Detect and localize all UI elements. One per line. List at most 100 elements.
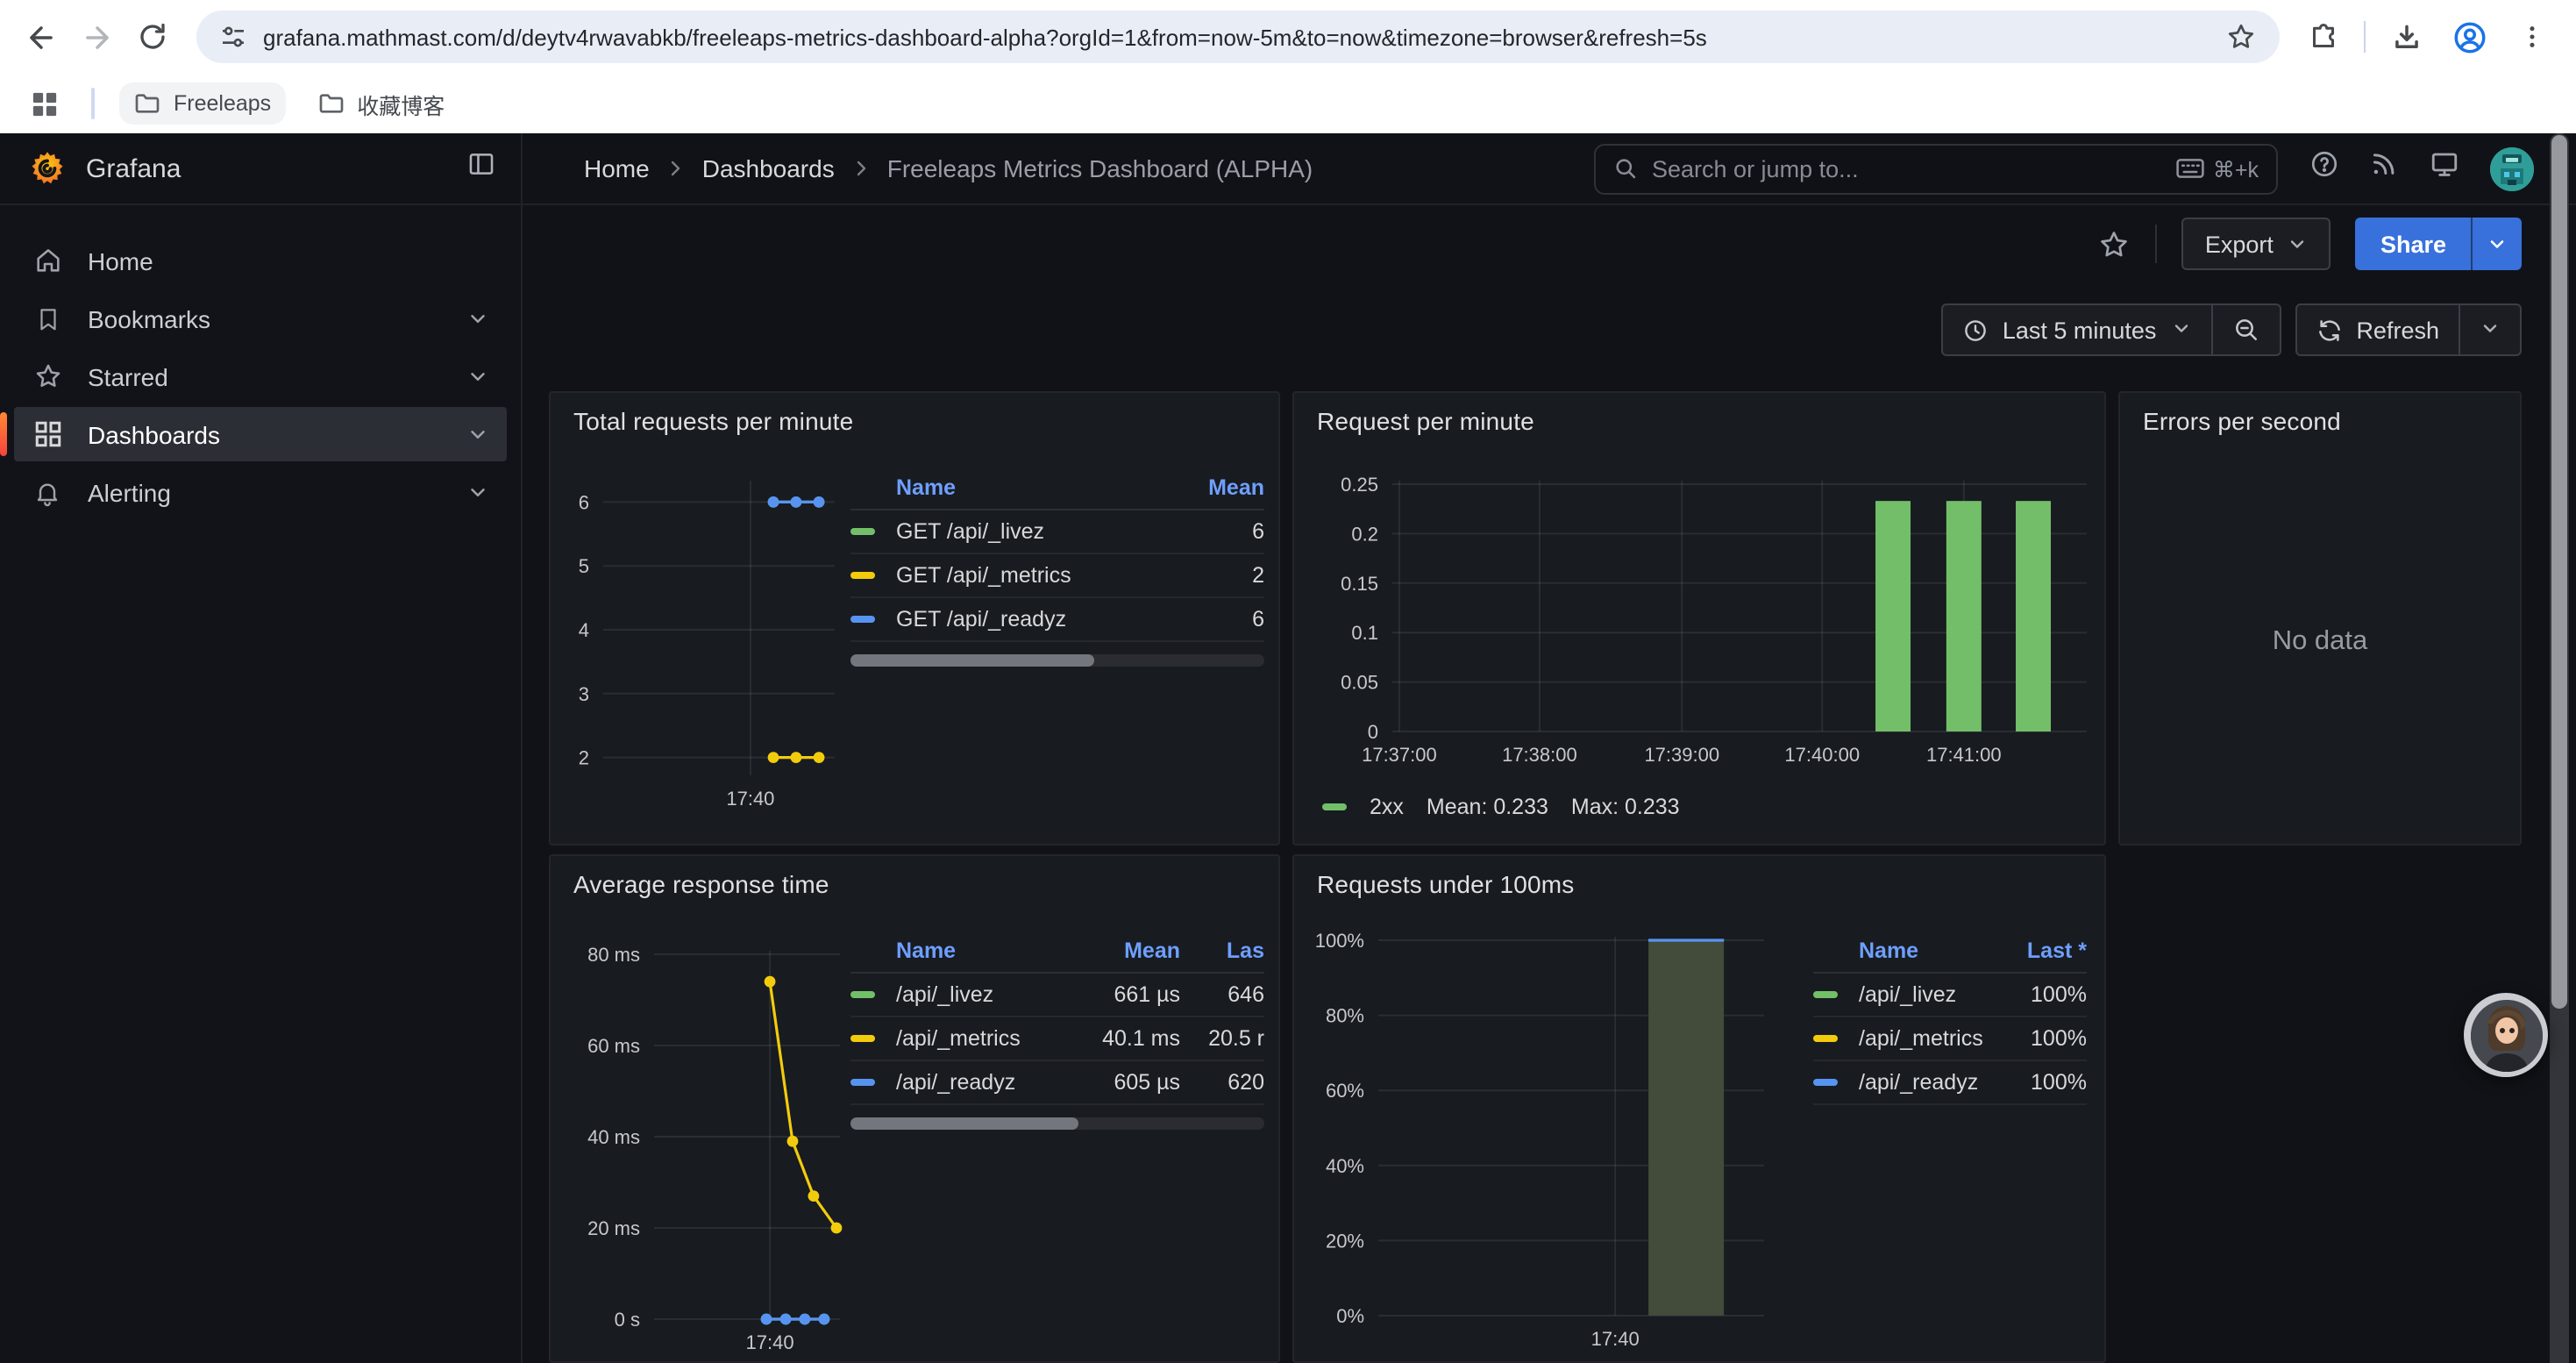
bookmark-folder-freeleaps[interactable]: Freeleaps: [119, 82, 285, 125]
series-color-pill: [850, 528, 875, 535]
refresh-interval-chevron[interactable]: [2459, 305, 2520, 354]
legend-header-name[interactable]: Name: [1859, 938, 1989, 963]
chevron-down-icon: [2170, 317, 2191, 343]
dashboards-grid-icon: [32, 421, 63, 447]
legend-row[interactable]: GET /api/_readyz 6: [850, 598, 1264, 642]
chevron-down-icon[interactable]: [466, 423, 489, 446]
chevron-down-icon[interactable]: [466, 365, 489, 388]
scrollbar-thumb[interactable]: [2551, 135, 2567, 1009]
legend-row[interactable]: /api/_metrics 100%: [1813, 1017, 2087, 1061]
page-scrollbar[interactable]: [2550, 133, 2569, 1363]
breadcrumb-home[interactable]: Home: [584, 154, 650, 182]
legend-header-name[interactable]: Name: [896, 938, 1071, 963]
panel-average-response-time[interactable]: Average response time 0 s20 ms40 ms60 ms…: [549, 854, 1280, 1363]
menu-kebab-icon[interactable]: [2509, 14, 2555, 60]
bookmark-folder-blogs[interactable]: 收藏博客: [302, 80, 459, 127]
profile-icon[interactable]: [2446, 14, 2492, 60]
panel-title[interactable]: Total requests per minute: [551, 393, 1278, 435]
reload-icon[interactable]: [130, 14, 175, 60]
scrollbar-thumb[interactable]: [850, 1117, 1078, 1130]
scrollbar-thumb[interactable]: [850, 654, 1094, 667]
series-mean: 40.1 ms: [1071, 1026, 1180, 1051]
legend-row[interactable]: /api/_livez 661 µs 646: [850, 974, 1264, 1017]
svg-text:5: 5: [579, 555, 589, 577]
sidebar-item-bookmarks[interactable]: Bookmarks: [14, 291, 507, 346]
legend-row[interactable]: /api/_metrics 40.1 ms 20.5 r: [850, 1017, 1264, 1061]
divider: [2156, 225, 2158, 263]
help-icon[interactable]: [2309, 149, 2339, 188]
legend-inline[interactable]: 2xx Mean: 0.233 Max: 0.233: [1322, 795, 1680, 819]
series-name[interactable]: /api/_readyz: [1859, 1070, 1989, 1095]
series-name[interactable]: /api/_metrics: [896, 1026, 1071, 1051]
favorite-star-icon[interactable]: [2098, 227, 2131, 260]
series-color-pill: [850, 572, 875, 579]
refresh-button[interactable]: Refresh: [2296, 305, 2459, 354]
series-name[interactable]: 2xx: [1370, 795, 1404, 819]
bookmark-icon: [32, 304, 63, 332]
panel-request-per-minute[interactable]: Request per minute 00.050.10.150.20.2517…: [1292, 391, 2106, 846]
panel-title[interactable]: Requests under 100ms: [1294, 856, 2104, 898]
sidebar-item-home[interactable]: Home: [14, 233, 507, 288]
total-requests-chart: 2345617:40: [565, 460, 863, 837]
svg-text:80%: 80%: [1326, 1005, 1364, 1027]
series-max: Max: 0.233: [1571, 795, 1680, 819]
site-settings-icon[interactable]: [217, 14, 249, 60]
apps-grid-icon[interactable]: [21, 81, 67, 126]
export-button[interactable]: Export: [2182, 218, 2331, 270]
time-range-label: Last 5 minutes: [2003, 317, 2157, 343]
share-button[interactable]: Share: [2356, 218, 2471, 270]
floating-assistant-avatar[interactable]: [2464, 993, 2548, 1077]
search-input[interactable]: Search or jump to... ⌘+k: [1594, 143, 2278, 194]
url-text[interactable]: grafana.mathmast.com/d/deytv4rwavabkb/fr…: [263, 24, 2210, 50]
panel-title[interactable]: Average response time: [551, 856, 1278, 898]
svg-text:17:37:00: 17:37:00: [1362, 744, 1437, 766]
series-name[interactable]: /api/_readyz: [896, 1070, 1071, 1095]
legend-scrollbar[interactable]: [850, 1117, 1264, 1130]
legend-header-last[interactable]: Last *: [1989, 938, 2087, 963]
dock-menu-icon[interactable]: [466, 149, 496, 188]
legend-header-name[interactable]: Name: [896, 475, 1166, 500]
time-range-picker[interactable]: Last 5 minutes: [1943, 305, 2211, 354]
legend-row[interactable]: GET /api/_metrics 2: [850, 554, 1264, 598]
legend-row[interactable]: GET /api/_livez 6: [850, 510, 1264, 554]
legend-row[interactable]: /api/_livez 100%: [1813, 974, 2087, 1017]
panel-total-requests[interactable]: Total requests per minute 2345617:40 Nam…: [549, 391, 1280, 846]
back-icon[interactable]: [18, 14, 63, 60]
chevron-down-icon[interactable]: [466, 307, 489, 330]
home-icon: [32, 246, 63, 275]
forward-icon[interactable]: [74, 14, 119, 60]
extensions-icon[interactable]: [2301, 14, 2346, 60]
bookmark-star-icon[interactable]: [2224, 14, 2259, 60]
panel-requests-under-100ms[interactable]: Requests under 100ms 0%20%40%60%80%100%1…: [1292, 854, 2106, 1363]
legend-row[interactable]: /api/_readyz 605 µs 620: [850, 1061, 1264, 1105]
address-bar[interactable]: grafana.mathmast.com/d/deytv4rwavabkb/fr…: [196, 11, 2280, 63]
series-name[interactable]: /api/_livez: [1859, 982, 1989, 1007]
user-avatar[interactable]: [2490, 146, 2534, 190]
chevron-down-icon[interactable]: [466, 481, 489, 503]
legend-header-mean[interactable]: Mean: [1166, 475, 1264, 500]
panel-title[interactable]: Request per minute: [1294, 393, 2104, 435]
breadcrumb-dashboards[interactable]: Dashboards: [702, 154, 835, 182]
sidebar-item-dashboards[interactable]: Dashboards: [14, 407, 507, 461]
series-name[interactable]: GET /api/_readyz: [896, 607, 1166, 632]
series-name[interactable]: GET /api/_metrics: [896, 563, 1166, 588]
grafana-app: Grafana Home Dashboards Freeleaps Metric…: [0, 133, 2576, 1363]
series-name[interactable]: GET /api/_livez: [896, 519, 1166, 544]
series-name[interactable]: /api/_livez: [896, 982, 1071, 1007]
legend-scrollbar[interactable]: [850, 654, 1264, 667]
share-menu-chevron[interactable]: [2471, 218, 2522, 270]
news-rss-icon[interactable]: [2369, 149, 2399, 188]
screen: grafana.mathmast.com/d/deytv4rwavabkb/fr…: [0, 0, 2576, 1363]
download-icon[interactable]: [2383, 14, 2429, 60]
panel-errors-per-second[interactable]: Errors per second No data: [2118, 391, 2522, 846]
refresh-icon: [2316, 317, 2342, 343]
monitor-icon[interactable]: [2429, 148, 2460, 189]
svg-text:60%: 60%: [1326, 1080, 1364, 1102]
sidebar-item-starred[interactable]: Starred: [14, 349, 507, 403]
legend-header-last[interactable]: Las: [1180, 938, 1264, 963]
series-name[interactable]: /api/_metrics: [1859, 1026, 1989, 1051]
legend-header-mean[interactable]: Mean: [1071, 938, 1180, 963]
sidebar-item-alerting[interactable]: Alerting: [14, 465, 507, 519]
zoom-out-button[interactable]: [2210, 305, 2279, 354]
legend-row[interactable]: /api/_readyz 100%: [1813, 1061, 2087, 1105]
